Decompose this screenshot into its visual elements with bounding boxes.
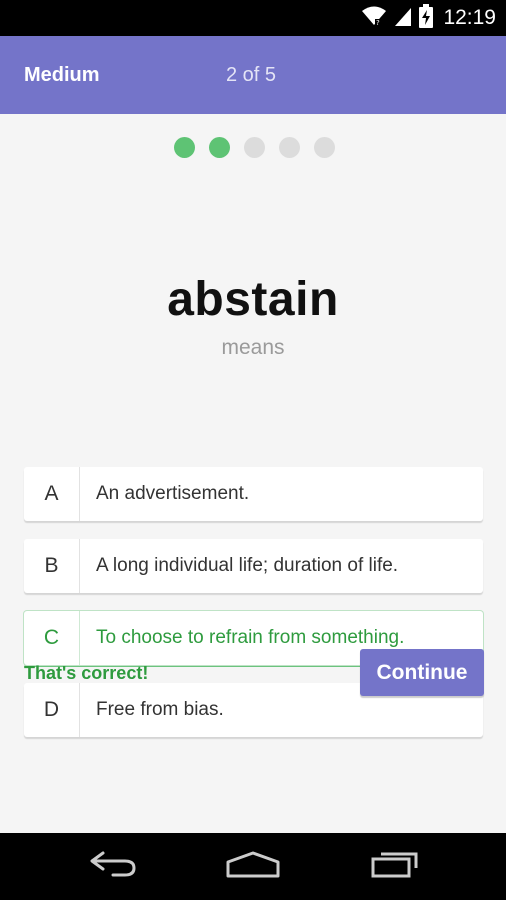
recent-apps-icon xyxy=(370,850,420,883)
difficulty-label: Medium xyxy=(24,64,100,86)
answer-list: A An advertisement. B A long individual … xyxy=(24,467,483,755)
answer-option-b[interactable]: B A long individual life; duration of li… xyxy=(24,539,483,593)
progress-counter: 2 of 5 xyxy=(226,64,277,86)
quiz-content: abstain means A An advertisement. B A lo… xyxy=(0,114,506,833)
cell-signal-icon xyxy=(393,5,413,32)
progress-dot-pending xyxy=(313,137,335,158)
back-icon xyxy=(89,851,137,882)
svg-text:?: ? xyxy=(376,19,380,27)
answer-text: A long individual life; duration of life… xyxy=(96,555,399,576)
progress-dots xyxy=(0,137,506,158)
navigation-bar xyxy=(0,833,506,900)
feedback-message: That's correct! xyxy=(24,663,149,683)
answer-text: Free from bias. xyxy=(96,699,224,720)
answer-letter: B xyxy=(24,539,80,593)
app-bar: Medium 2 of 5 xyxy=(0,36,506,114)
answer-option-a[interactable]: A An advertisement. xyxy=(24,467,483,521)
recent-apps-button[interactable] xyxy=(345,833,445,900)
home-icon xyxy=(225,850,281,883)
wifi-icon: ? xyxy=(361,5,387,32)
status-time: 12:19 xyxy=(443,6,496,29)
progress-dot-complete xyxy=(208,137,230,158)
question-word: abstain xyxy=(167,273,339,326)
home-button[interactable] xyxy=(203,833,303,900)
question-connector: means xyxy=(221,336,285,359)
progress-dot-pending xyxy=(278,137,300,158)
answer-text: To choose to refrain from something. xyxy=(96,627,405,648)
progress-dot-pending xyxy=(243,137,265,158)
status-icons: ? 12:19 xyxy=(361,0,496,36)
battery-charging-icon xyxy=(419,3,434,33)
continue-button[interactable]: Continue xyxy=(360,649,484,696)
answer-letter: A xyxy=(24,467,80,521)
status-bar: ? 12:19 xyxy=(0,0,506,36)
answer-text: An advertisement. xyxy=(96,483,250,504)
progress-dot-complete xyxy=(173,137,195,158)
back-button[interactable] xyxy=(63,833,163,900)
